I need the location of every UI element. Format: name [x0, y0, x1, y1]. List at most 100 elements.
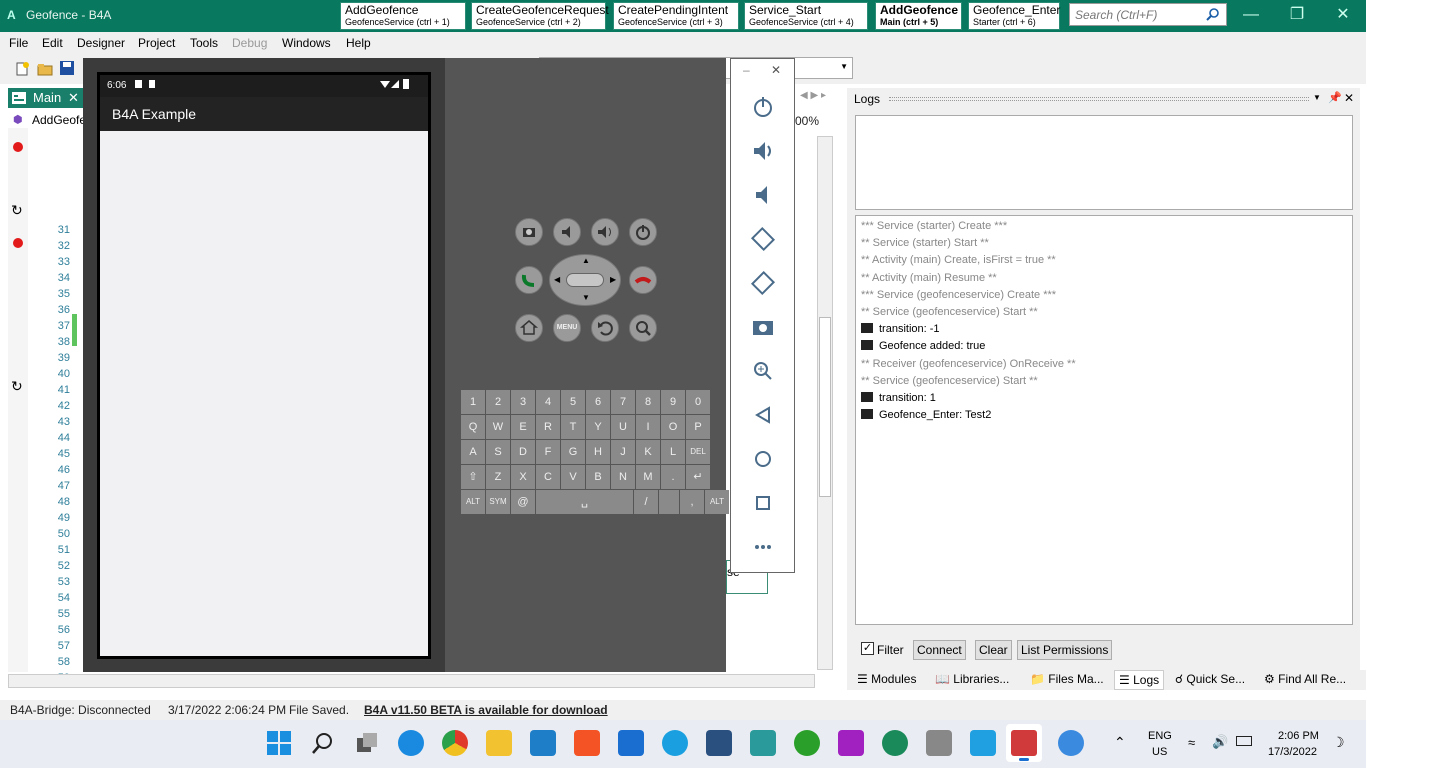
keyboard-key[interactable]: ALT	[461, 490, 485, 514]
keyboard-key[interactable]: ␣	[536, 490, 633, 514]
list-permissions-button[interactable]: List Permissions	[1017, 640, 1113, 660]
keyboard-key[interactable]: ⇧	[461, 465, 485, 489]
menu-project[interactable]: Project	[138, 36, 175, 50]
volume-up-hw-button[interactable]	[591, 218, 619, 246]
keyboard-key[interactable]: 3	[511, 390, 535, 414]
keyboard-key[interactable]: S	[486, 440, 510, 464]
tab-modules[interactable]: ☰ Modules	[857, 672, 916, 686]
dpad-center[interactable]	[566, 273, 604, 287]
close-button[interactable]: ✕	[1320, 0, 1366, 32]
active-app-icon[interactable]	[1006, 724, 1042, 762]
keyboard-key[interactable]: P	[686, 415, 710, 439]
keyboard-key[interactable]: @	[511, 490, 535, 514]
app-icon-blue[interactable]	[662, 730, 688, 756]
close-panel-icon[interactable]: ✕	[1344, 91, 1354, 105]
tab-libraries[interactable]: 📖 Libraries...	[935, 672, 1009, 686]
horizontal-scrollbar[interactable]	[8, 674, 815, 688]
keyboard-key[interactable]: 6	[586, 390, 610, 414]
camera-hw-button[interactable]	[515, 218, 543, 246]
keyboard-key[interactable]: 0	[686, 390, 710, 414]
vscode-icon[interactable]	[530, 730, 556, 756]
end-call-hw-button[interactable]	[629, 266, 657, 294]
keyboard-key[interactable]: 9	[661, 390, 685, 414]
keyboard-key[interactable]: D	[511, 440, 535, 464]
keyboard-key[interactable]: 7	[611, 390, 635, 414]
dpad-right-icon[interactable]: ▶	[610, 275, 616, 284]
keyboard-key[interactable]: Z	[486, 465, 510, 489]
keyboard-key[interactable]: 5	[561, 390, 585, 414]
phone-screen[interactable]: 6:06 B4A Example	[97, 72, 431, 659]
back-icon[interactable]	[749, 401, 777, 429]
menu-help[interactable]: Help	[346, 36, 371, 50]
b4i-icon[interactable]	[794, 730, 820, 756]
overview-icon[interactable]	[749, 489, 777, 517]
task-view-icon[interactable]	[354, 730, 380, 756]
keyboard-key[interactable]: O	[661, 415, 685, 439]
notification-center-icon[interactable]: ☽	[1332, 734, 1345, 751]
keyboard-key[interactable]: R	[536, 415, 560, 439]
file-explorer-icon[interactable]	[486, 730, 512, 756]
pin-icon[interactable]: 📌	[1328, 91, 1342, 104]
close-tab-icon[interactable]: ✕	[68, 90, 79, 106]
rotate-right-icon[interactable]	[749, 269, 777, 297]
power-icon[interactable]	[749, 93, 777, 121]
keyboard-key[interactable]: 4	[536, 390, 560, 414]
new-file-icon[interactable]	[14, 61, 30, 77]
home-hw-button[interactable]	[515, 314, 543, 342]
quick-tab[interactable]: AddGeofence Main (ctrl + 5)	[875, 2, 962, 30]
quick-tab[interactable]: Geofence_Enter Starter (ctrl + 6)	[968, 2, 1060, 30]
globe-app-icon[interactable]	[1058, 730, 1084, 756]
volume-up-icon[interactable]	[749, 137, 777, 165]
power-hw-button[interactable]	[629, 218, 657, 246]
keyboard-key[interactable]: T	[561, 415, 585, 439]
close-icon[interactable]: ✕	[771, 63, 781, 77]
keyboard-key[interactable]: 2	[486, 390, 510, 414]
maximize-button[interactable]: ❐	[1274, 0, 1320, 32]
chrome-icon[interactable]	[442, 730, 468, 756]
clock-time[interactable]: 2:06 PM	[1278, 730, 1319, 742]
nav-arrows-icon[interactable]: ◀ ▶ ▸	[800, 90, 826, 101]
b4a-icon[interactable]	[750, 730, 776, 756]
keyboard-key[interactable]: U	[611, 415, 635, 439]
clock-date[interactable]: 17/3/2022	[1268, 746, 1317, 758]
home-icon[interactable]	[749, 445, 777, 473]
tab-find-all[interactable]: ⚙ Find All Re...	[1264, 672, 1346, 686]
keyboard-key[interactable]: V	[561, 465, 585, 489]
minimize-button[interactable]: —	[1228, 0, 1274, 32]
keyboard-key[interactable]: W	[486, 415, 510, 439]
start-icon[interactable]	[266, 730, 292, 756]
keyboard-key[interactable]: Q	[461, 415, 485, 439]
keyboard-key[interactable]: ↵	[686, 465, 710, 489]
keyboard-key[interactable]: G	[561, 440, 585, 464]
menu-edit[interactable]: Edit	[42, 36, 63, 50]
keyboard-key[interactable]: 1	[461, 390, 485, 414]
call-hw-button[interactable]	[515, 266, 543, 294]
keyboard-key[interactable]: M	[636, 465, 660, 489]
keyboard-key[interactable]: .	[661, 465, 685, 489]
clear-button[interactable]: Clear	[975, 640, 1012, 660]
keyboard-key[interactable]: X	[511, 465, 535, 489]
quick-tab[interactable]: Service_Start GeofenceService (ctrl + 4)	[744, 2, 868, 30]
zoom-icon[interactable]	[749, 357, 777, 385]
keyboard-key[interactable]: B	[586, 465, 610, 489]
flutter-icon[interactable]	[970, 730, 996, 756]
store-icon[interactable]	[574, 730, 600, 756]
more-icon[interactable]	[749, 533, 777, 561]
menu-debug[interactable]: Debug	[232, 36, 267, 50]
bridge-app-icon[interactable]	[882, 730, 908, 756]
tab-quick-search[interactable]: ☌ Quick Se...	[1175, 672, 1245, 686]
quick-tab[interactable]: AddGeofence GeofenceService (ctrl + 1)	[340, 2, 466, 30]
quick-tab[interactable]: CreatePendingIntent GeofenceService (ctrl…	[613, 2, 739, 30]
keyboard-key[interactable]: DEL	[686, 440, 710, 464]
volume-down-hw-button[interactable]	[553, 218, 581, 246]
database-icon[interactable]	[926, 730, 952, 756]
battery-taskbar-icon[interactable]	[1236, 736, 1252, 746]
keyboard-key[interactable]: A	[461, 440, 485, 464]
lang-primary[interactable]: ENG	[1148, 730, 1172, 742]
keyboard-key[interactable]: /	[634, 490, 658, 514]
keyboard-key[interactable]	[659, 490, 679, 514]
keyboard-key[interactable]: I	[636, 415, 660, 439]
keyboard-key[interactable]: C	[536, 465, 560, 489]
chevron-down-icon[interactable]: ▼	[1313, 93, 1321, 102]
logs-list[interactable]: *** Service (starter) Create *** ** Servi…	[855, 215, 1353, 625]
